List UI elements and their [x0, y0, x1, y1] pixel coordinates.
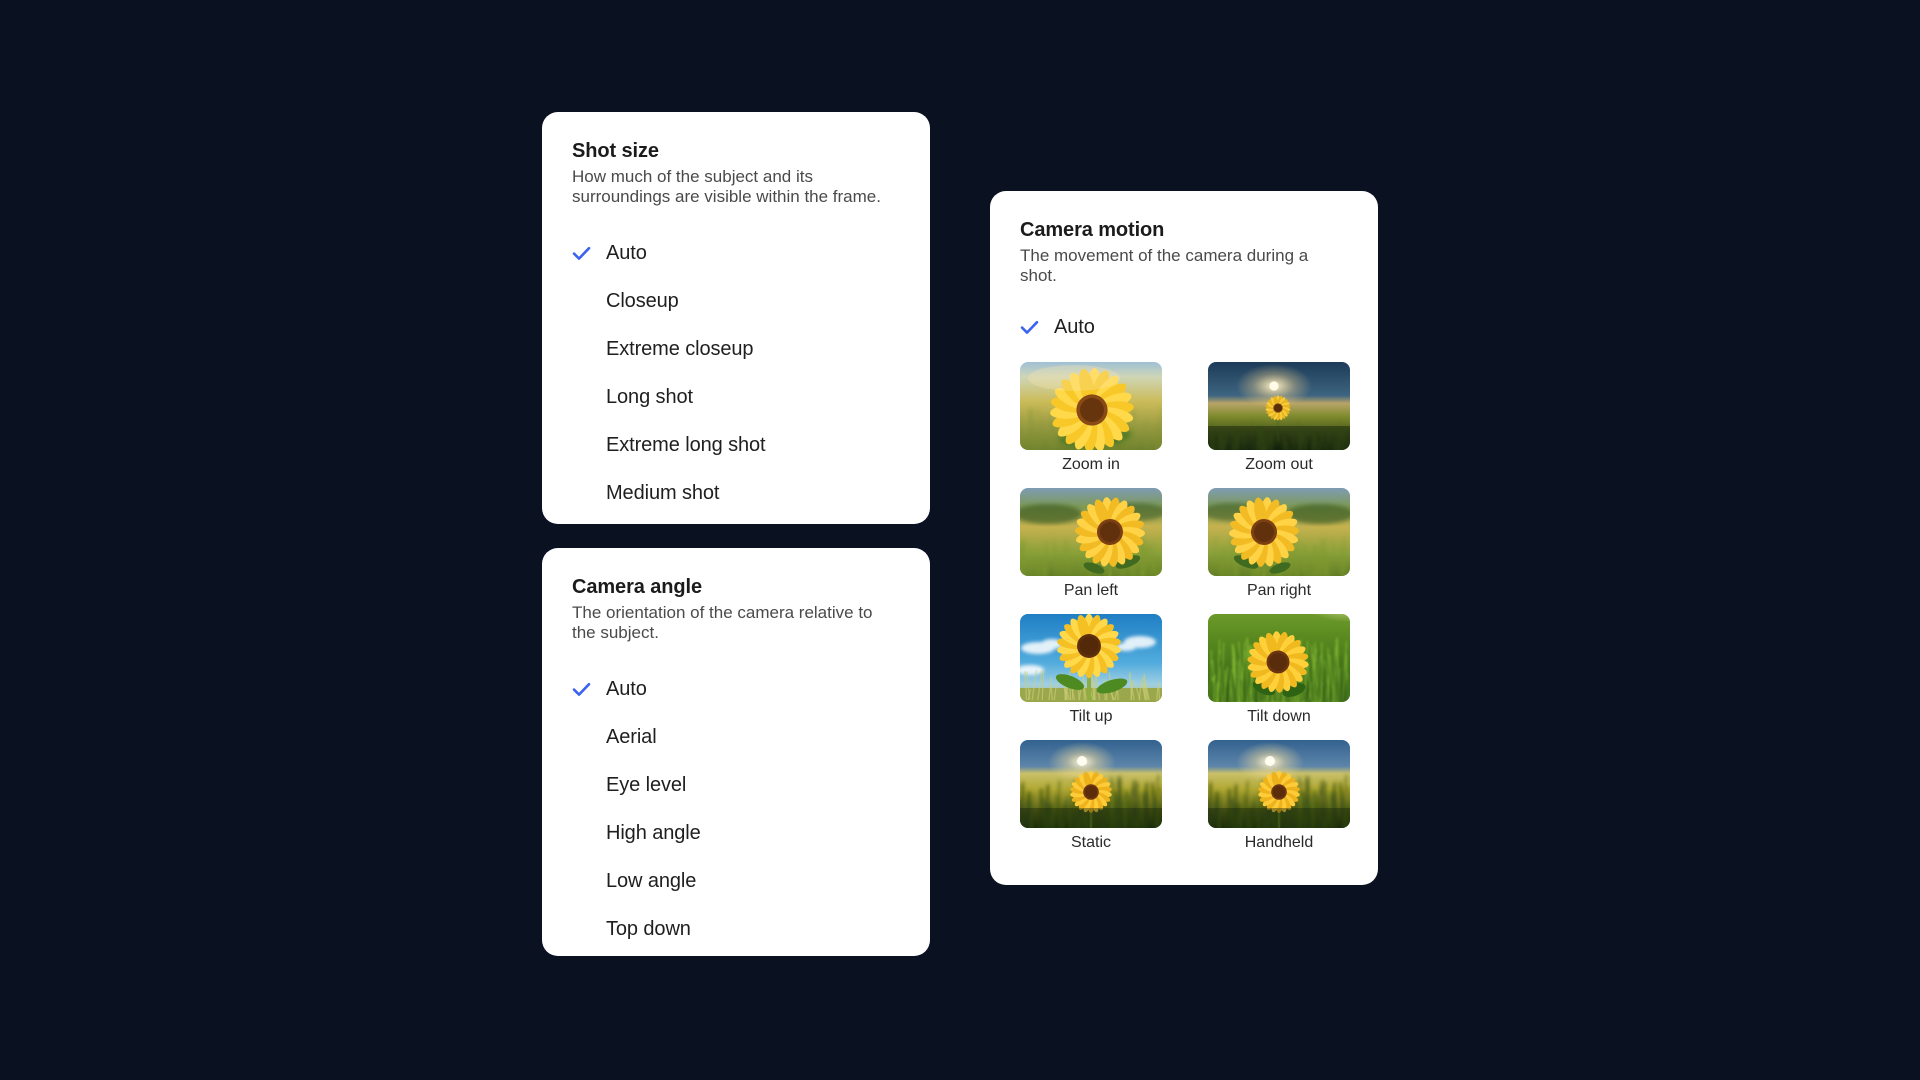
- option-label: Long shot: [606, 385, 693, 408]
- camera-motion-item[interactable]: Handheld: [1208, 740, 1350, 852]
- option-row[interactable]: Extreme closeup: [572, 325, 900, 373]
- camera-motion-panel: Camera motion The movement of the camera…: [990, 191, 1378, 885]
- camera-motion-thumbnail[interactable]: [1208, 740, 1350, 829]
- option-label: Auto: [606, 677, 647, 700]
- option-label: Medium shot: [606, 481, 720, 504]
- camera-motion-item[interactable]: Tilt down: [1208, 614, 1350, 726]
- camera-motion-item[interactable]: Pan left: [1020, 488, 1162, 600]
- option-row[interactable]: Low angle: [572, 857, 900, 905]
- camera-motion-thumbnail[interactable]: [1020, 614, 1162, 703]
- option-row[interactable]: Extreme long shot: [572, 421, 900, 469]
- option-row[interactable]: Eye level: [572, 761, 900, 809]
- camera-motion-item[interactable]: Pan right: [1208, 488, 1350, 600]
- shot-size-option-list: Auto Closeup Extreme closeup Long shot Extre…: [572, 229, 900, 517]
- shot-size-panel: Shot size How much of the subject and it…: [542, 112, 930, 524]
- option-row[interactable]: High angle: [572, 809, 900, 857]
- option-label: Low angle: [606, 869, 697, 892]
- option-row[interactable]: Medium shot: [572, 469, 900, 517]
- camera-angle-description: The orientation of the camera relative t…: [572, 603, 873, 643]
- option-row[interactable]: Long shot: [572, 373, 900, 421]
- camera-angle-panel: Camera angle The orientation of the came…: [542, 548, 930, 956]
- camera-motion-option-auto[interactable]: Auto: [1020, 310, 1348, 344]
- camera-motion-thumbnail[interactable]: [1208, 488, 1350, 577]
- option-label: Closeup: [606, 289, 679, 312]
- option-label: Extreme long shot: [606, 433, 766, 456]
- camera-motion-thumbnail[interactable]: [1020, 362, 1162, 451]
- camera-motion-thumbnail[interactable]: [1020, 740, 1162, 829]
- camera-motion-thumbnail[interactable]: [1208, 614, 1350, 703]
- camera-motion-label: Static: [1070, 834, 1111, 852]
- option-row[interactable]: Auto: [572, 229, 900, 277]
- check-icon: [1020, 320, 1054, 335]
- shot-size-description: How much of the subject and its surround…: [572, 167, 881, 207]
- camera-motion-auto-label: Auto: [1054, 315, 1095, 338]
- camera-motion-description: The movement of the camera during a shot…: [1020, 246, 1309, 286]
- option-row[interactable]: Top down: [572, 905, 900, 953]
- camera-motion-item[interactable]: Static: [1020, 740, 1162, 852]
- shot-size-title: Shot size: [572, 140, 659, 162]
- camera-motion-item[interactable]: Tilt up: [1020, 614, 1162, 726]
- camera-motion-label: Handheld: [1244, 834, 1314, 852]
- option-row[interactable]: Closeup: [572, 277, 900, 325]
- camera-motion-item[interactable]: Zoom in: [1020, 362, 1162, 474]
- option-label: Aerial: [606, 725, 657, 748]
- option-label: Top down: [606, 917, 691, 940]
- option-row[interactable]: Auto: [572, 665, 900, 713]
- camera-motion-label: Pan right: [1246, 582, 1312, 600]
- camera-motion-label: Tilt down: [1247, 708, 1311, 726]
- camera-angle-title: Camera angle: [572, 576, 702, 598]
- option-label: Extreme closeup: [606, 337, 754, 360]
- camera-motion-label: Zoom in: [1062, 456, 1120, 474]
- check-icon: [572, 682, 606, 697]
- camera-motion-thumbnail-grid: Zoom in Zoom out Pan left Pan right Tilt up T…: [1020, 362, 1350, 852]
- option-label: High angle: [606, 821, 701, 844]
- camera-angle-option-list: Auto Aerial Eye level High angle Low angle To…: [572, 665, 900, 953]
- camera-motion-thumbnail[interactable]: [1208, 362, 1350, 451]
- camera-motion-title: Camera motion: [1020, 219, 1165, 241]
- option-label: Eye level: [606, 773, 687, 796]
- check-icon: [572, 246, 606, 261]
- camera-motion-item[interactable]: Zoom out: [1208, 362, 1350, 474]
- camera-motion-label: Zoom out: [1245, 456, 1313, 474]
- option-label: Auto: [606, 241, 647, 264]
- camera-motion-label: Tilt up: [1069, 708, 1113, 726]
- camera-motion-label: Pan left: [1063, 582, 1119, 600]
- camera-motion-thumbnail[interactable]: [1020, 488, 1162, 577]
- option-row[interactable]: Aerial: [572, 713, 900, 761]
